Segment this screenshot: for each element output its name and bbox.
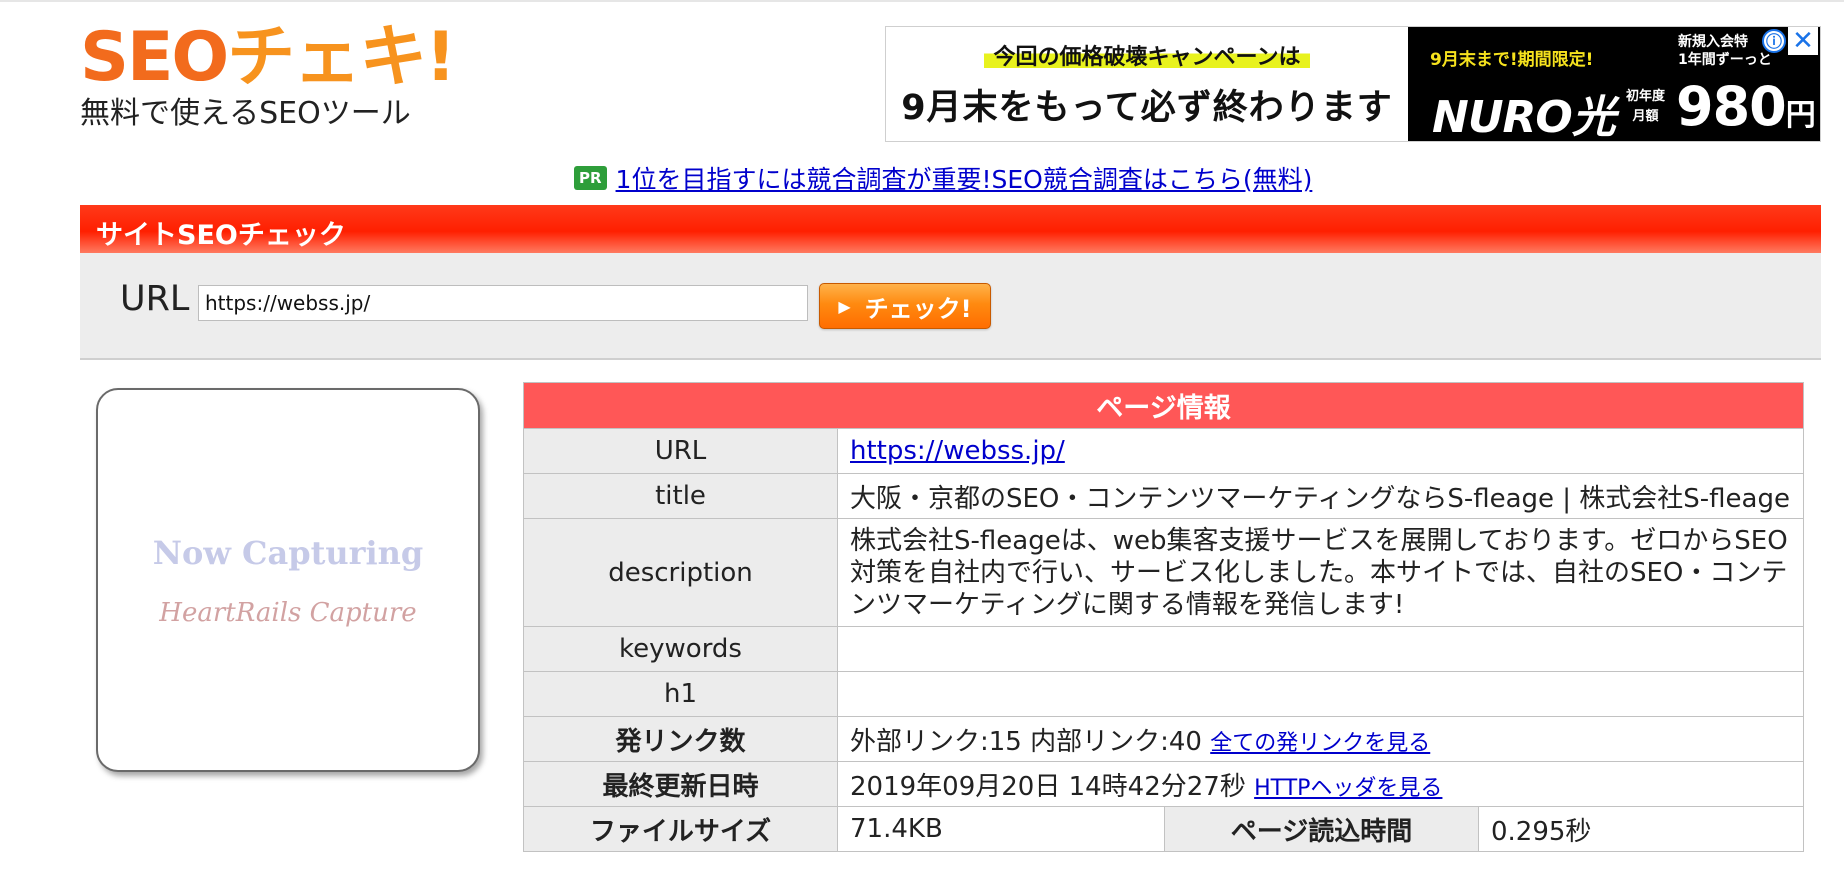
ad-price-label-1: 初年度 <box>1626 89 1666 104</box>
thumbnail-provider-text: HeartRails Capture <box>159 598 417 628</box>
http-header-link[interactable]: HTTPヘッダを見る <box>1254 776 1442 801</box>
play-icon: ▶ <box>838 296 851 316</box>
logo-title-latin: SEO <box>80 18 229 97</box>
filesize-row-label: ファイルサイズ <box>523 806 838 852</box>
ad-headline: 今回の価格破壊キャンペーンは <box>983 38 1311 71</box>
links-row-value: 外部リンク:15 内部リンク:40 全ての発リンクを見る <box>836 716 1805 762</box>
table-row: URL https://webss.jp/ <box>523 428 1805 474</box>
page-info-header: ページ情報 <box>522 382 1805 429</box>
ad-info-icon[interactable]: ⓘ <box>1762 29 1786 53</box>
updated-row-value: 2019年09月20日 14時42分27秒 HTTPヘッダを見る <box>836 761 1805 807</box>
ad-campaign-text: 9月末まで!期間限定! <box>1430 50 1594 70</box>
table-row: ファイルサイズ 71.4KB ページ読込時間 0.295秒 <box>523 806 1805 852</box>
thumbnail-capturing-text: Now Capturing <box>152 534 424 572</box>
table-row: 最終更新日時 2019年09月20日 14時42分27秒 HTTPヘッダを見る <box>523 761 1805 807</box>
ad-price-label: 初年度 月額 <box>1626 87 1665 127</box>
check-button[interactable]: ▶ チェック! <box>819 283 991 329</box>
updated-datetime-text: 2019年09月20日 14時42分27秒 <box>850 771 1246 802</box>
updated-row-label: 最終更新日時 <box>523 761 838 807</box>
table-row: description 株式会社S-fleageは、web集客支援サービスを展開… <box>523 518 1805 627</box>
table-row: keywords <box>523 626 1805 672</box>
section-header: サイトSEOチェック <box>80 205 1821 253</box>
ad-price-label-2: 月額 <box>1632 109 1659 124</box>
links-count-text: 外部リンク:15 内部リンク:40 <box>850 726 1202 757</box>
description-row-label: description <box>523 518 838 627</box>
pr-link[interactable]: 1位を目指すには競合調査が重要!SEO競合調査はこちら(無料) <box>616 160 1313 196</box>
top-border <box>0 0 1844 2</box>
url-link[interactable]: https://webss.jp/ <box>850 436 1065 466</box>
site-logo[interactable]: SEOチェキ! 無料で使えるSEOツール <box>80 22 456 132</box>
title-row-label: title <box>523 473 838 519</box>
table-row: h1 <box>523 671 1805 717</box>
all-links-link[interactable]: 全ての発リンクを見る <box>1210 731 1430 756</box>
ad-price-value: 980 <box>1676 75 1787 138</box>
ad-price: 980円 <box>1676 75 1816 138</box>
ad-text-area: 今回の価格破壊キャンペーンは 9月末をもって必ず終わります <box>886 27 1408 141</box>
table-row: 発リンク数 外部リンク:15 内部リンク:40 全ての発リンクを見る <box>523 716 1805 762</box>
ad-main-text: 9月末をもって必ず終わります <box>901 87 1393 128</box>
url-row-label: URL <box>523 428 838 474</box>
url-label: URL <box>120 279 190 319</box>
keywords-row-label: keywords <box>523 626 838 672</box>
h1-row-value <box>836 671 1805 717</box>
pr-line: PR 1位を目指すには競合調査が重要!SEO競合調査はこちら(無料) <box>574 160 1312 196</box>
site-thumbnail: Now Capturing HeartRails Capture <box>96 388 480 772</box>
ad-brand-logo: NURO光 <box>1432 92 1616 143</box>
logo-subtitle: 無料で使えるSEOツール <box>80 96 411 131</box>
table-row: title 大阪・京都のSEO・コンテンツマーケティングならS-fleage |… <box>523 473 1805 519</box>
section-title: サイトSEOチェック <box>96 220 346 251</box>
loadtime-row-label: ページ読込時間 <box>1164 806 1479 852</box>
logo-title: SEOチェキ! <box>80 22 456 94</box>
logo-title-kana: チェキ! <box>227 18 456 97</box>
ad-new-customer-line1: 新規入会特 <box>1678 34 1748 50</box>
ad-new-customer-line2: 1年間ずーっと <box>1678 52 1772 68</box>
loadtime-row-value: 0.295秒 <box>1477 806 1805 852</box>
page-info-table: ページ情報 URL https://webss.jp/ title 大阪・京都の… <box>522 382 1805 852</box>
ad-price-yen: 円 <box>1785 98 1816 133</box>
check-button-label: チェック! <box>864 294 972 323</box>
ad-new-customer-text: 新規入会特 1年間ずーっと <box>1678 33 1772 69</box>
filesize-row-value: 71.4KB <box>837 806 1165 852</box>
url-row-value: https://webss.jp/ <box>836 428 1805 474</box>
url-input[interactable] <box>198 285 808 321</box>
ad-close-icon[interactable]: ✕ <box>1788 27 1818 55</box>
description-row-value: 株式会社S-fleageは、web集客支援サービスを展開しております。ゼロからS… <box>836 518 1805 627</box>
links-row-label: 発リンク数 <box>523 716 838 762</box>
h1-row-label: h1 <box>523 671 838 717</box>
pr-badge: PR <box>574 166 607 190</box>
title-row-value: 大阪・京都のSEO・コンテンツマーケティングならS-fleage | 株式会社S… <box>836 473 1805 519</box>
keywords-row-value <box>836 626 1805 672</box>
ad-brand-area: 9月末まで!期間限定! 新規入会特 1年間ずーっと NURO光 初年度月額 980… <box>1408 27 1820 143</box>
ad-banner[interactable]: 今回の価格破壊キャンペーンは 9月末をもって必ず終わります 9月末まで!期間限定… <box>885 26 1821 143</box>
url-form: URL ▶ チェック! <box>80 253 1821 360</box>
